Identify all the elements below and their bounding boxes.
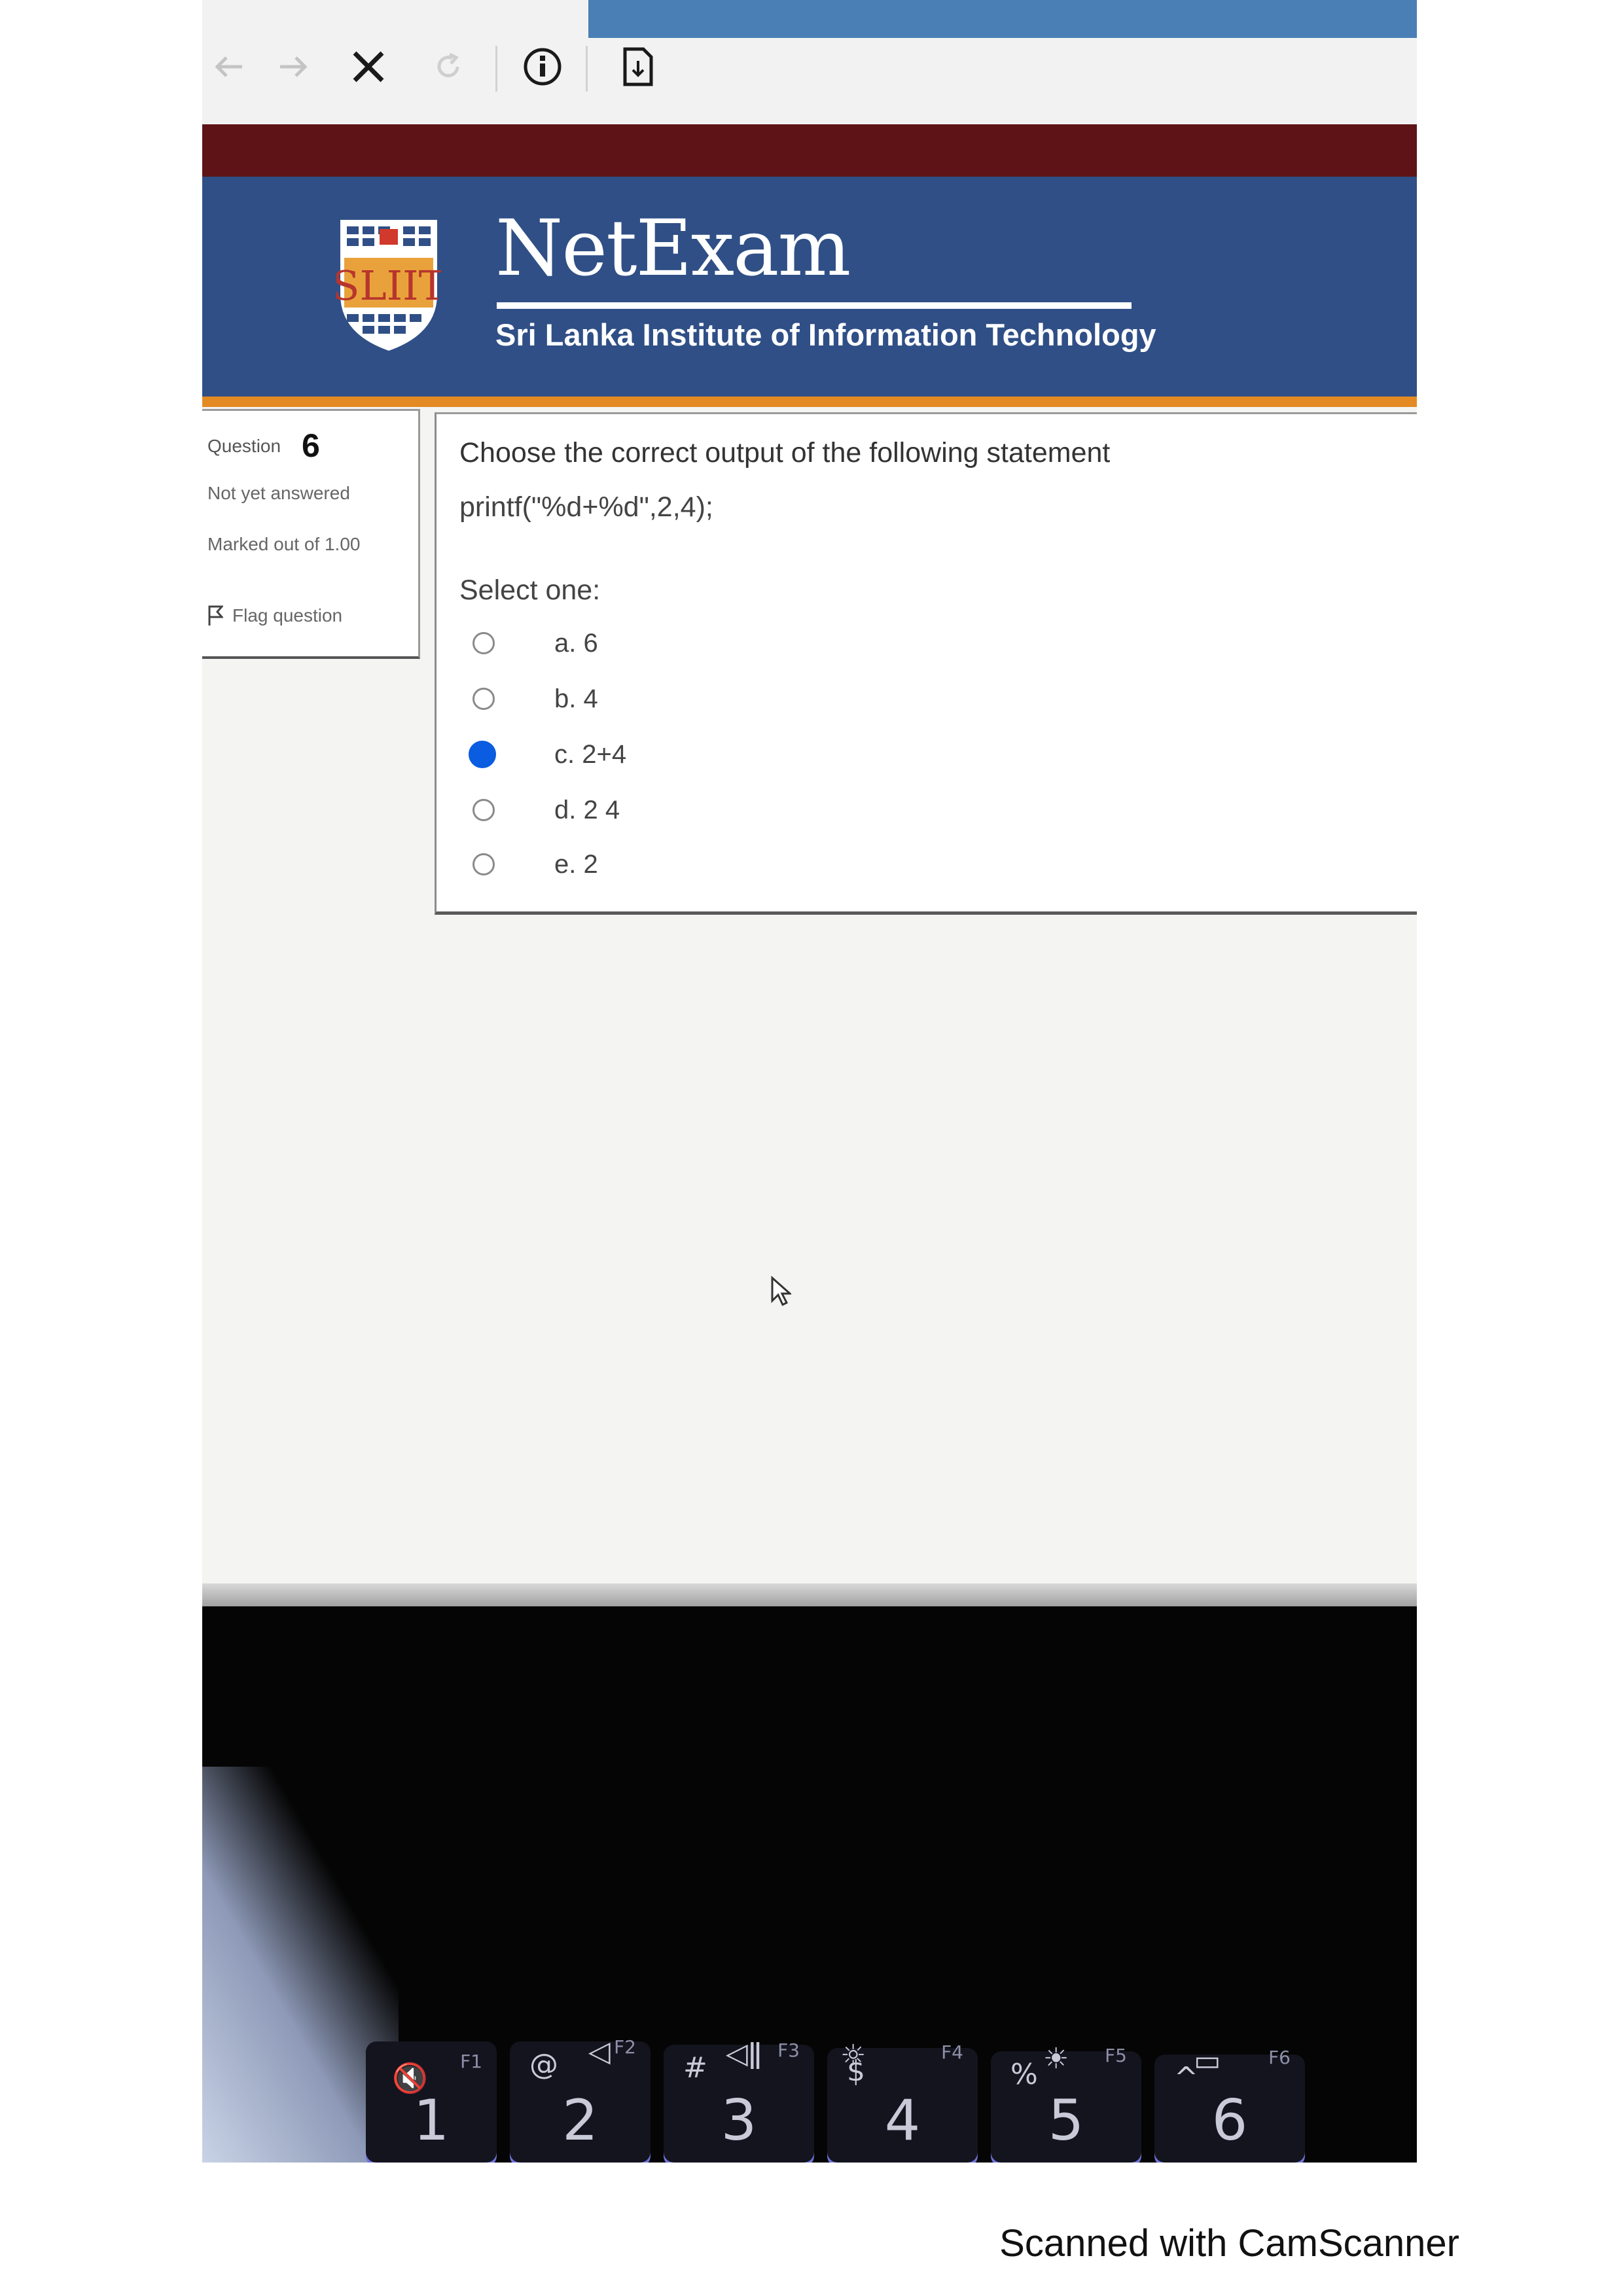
screen-edge — [202, 1583, 1417, 1610]
stop-button[interactable] — [342, 41, 395, 93]
radio-button[interactable] — [473, 688, 495, 710]
radio-button[interactable] — [473, 799, 495, 821]
arrow-left-icon — [215, 56, 242, 77]
answer-option-label: b. 4 — [554, 684, 598, 713]
key-2: ◁ F2 @ 2 — [510, 2035, 651, 2163]
header-accent-line — [202, 397, 1417, 407]
site-info-button[interactable] — [516, 41, 569, 93]
answer-option-label: c. 2+4 — [554, 739, 627, 769]
scanner-watermark: Scanned with CamScanner — [999, 2222, 1459, 2265]
brand-divider — [497, 302, 1132, 309]
brand-subtitle: Sri Lanka Institute of Information Techn… — [495, 317, 1156, 352]
radio-button[interactable] — [473, 632, 495, 654]
site-header: SLIIT NetExam Sri Lanka Institute of Inf… — [202, 177, 1417, 398]
key-4: ☼ F4 $ 4 — [827, 2039, 978, 2163]
toolbar-separator — [495, 46, 497, 92]
page-action-button[interactable] — [612, 41, 664, 93]
answer-option-label: d. 2 4 — [554, 795, 620, 824]
answer-option[interactable]: b. 4 — [473, 679, 598, 718]
sliit-logo: SLIIT — [336, 220, 441, 351]
flag-icon — [208, 605, 223, 626]
answer-option[interactable]: e. 2 — [473, 845, 598, 884]
radio-button[interactable] — [473, 853, 495, 875]
question-label: Question — [207, 436, 281, 456]
question-code: printf("%d+%d",2,4); — [459, 491, 713, 523]
question-state: Not yet answered — [207, 483, 350, 503]
answer-option-label: a. 6 — [554, 628, 598, 658]
document-icon — [623, 47, 653, 86]
question-info-panel: Question 6 Not yet answered Marked out o… — [202, 409, 420, 659]
flag-question-link[interactable]: Flag question — [207, 605, 342, 627]
toolbar-separator — [586, 46, 588, 92]
close-icon — [353, 51, 384, 82]
top-banner-bar — [202, 124, 1417, 177]
key-5: ☀ F5 % 5 — [991, 2042, 1141, 2163]
select-one-label: Select one: — [459, 574, 601, 606]
question-marks: Marked out of 1.00 — [207, 534, 361, 554]
answer-option[interactable]: c. 2+4 — [469, 735, 626, 774]
key-6: ▭ F6 ^ 6 — [1154, 2044, 1305, 2163]
svg-text:SLIIT: SLIIT — [336, 262, 441, 309]
brand-title: NetExam — [495, 203, 851, 293]
question-text: Choose the correct output of the followi… — [459, 437, 1111, 468]
browser-toolbar — [202, 0, 1417, 124]
mouse-cursor-icon — [771, 1276, 791, 1307]
key-3: ◁ǁ F3 # 3 — [664, 2037, 814, 2163]
reload-icon — [437, 52, 459, 78]
question-panel: Choose the correct output of the followi… — [435, 412, 1417, 915]
info-icon — [524, 48, 562, 86]
arrow-right-icon — [280, 56, 308, 77]
key-1: 🔇 F1 1 — [366, 2041, 497, 2163]
answer-option[interactable]: d. 2 4 — [473, 790, 620, 830]
flag-question-label: Flag question — [232, 605, 343, 626]
tab-strip — [588, 0, 1417, 38]
back-button[interactable] — [202, 41, 255, 93]
answer-option-label: e. 2 — [554, 849, 598, 879]
answer-option[interactable]: a. 6 — [473, 624, 598, 663]
forward-button[interactable] — [268, 41, 320, 93]
reload-button[interactable] — [422, 41, 474, 93]
question-number: 6 — [302, 427, 320, 464]
photo-of-screen: SLIIT NetExam Sri Lanka Institute of Inf… — [202, 0, 1417, 2163]
radio-button-checked[interactable] — [469, 741, 496, 768]
